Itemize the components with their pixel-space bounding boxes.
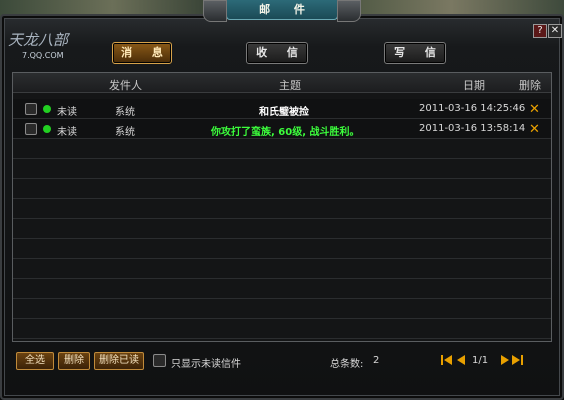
delete-icon[interactable]: ✕ — [529, 102, 540, 117]
header-delete: 删除 — [519, 79, 541, 92]
header-subject: 主题 — [279, 79, 301, 92]
row-date: 2011-03-16 13:58:14 — [419, 123, 526, 134]
window-title: 邮 件 — [203, 0, 361, 22]
unread-dot-icon — [43, 125, 51, 133]
empty-table-row — [13, 299, 551, 319]
table-row[interactable]: 未读 系统 和氏璧被捡 2011-03-16 14:25:46 ✕ — [13, 99, 551, 119]
header-sender: 发件人 — [109, 79, 142, 92]
row-subject[interactable]: 和氏璧被捡 — [259, 103, 309, 118]
table-header: 发件人 主题 日期 删除 — [13, 73, 551, 93]
row-status: 未读 — [57, 107, 77, 118]
prev-page-icon[interactable] — [454, 353, 468, 367]
row-checkbox[interactable] — [25, 103, 37, 115]
unread-dot-icon — [43, 105, 51, 113]
header-date: 日期 — [463, 79, 485, 92]
select-all-button[interactable]: 全选 — [16, 352, 54, 370]
empty-table-row — [13, 139, 551, 159]
logo-text: 天龙八部 — [8, 31, 69, 49]
row-sender: 系统 — [115, 107, 135, 118]
row-date: 2011-03-16 14:25:46 — [419, 103, 526, 114]
unread-only-label: 只显示未读信件 — [171, 359, 241, 370]
close-button[interactable]: ✕ — [548, 24, 562, 38]
total-value: 2 — [373, 355, 380, 366]
row-status: 未读 — [57, 127, 77, 138]
row-sender: 系统 — [115, 127, 135, 138]
empty-table-row — [13, 179, 551, 199]
page-indicator: 1/1 — [472, 355, 489, 366]
delete-button[interactable]: 删除 — [58, 352, 90, 370]
table-row[interactable]: 未读 系统 你攻打了蛮族, 60级, 战斗胜利。 2011-03-16 13:5… — [13, 119, 551, 139]
empty-table-row — [13, 199, 551, 219]
game-logo: 天龙八部 7.QQ.COM — [8, 32, 70, 68]
total-label: 总条数: — [330, 359, 364, 370]
delete-icon[interactable]: ✕ — [529, 122, 540, 137]
tab-compose[interactable]: 写 信 — [384, 42, 446, 64]
tab-inbox[interactable]: 收 信 — [246, 42, 308, 64]
empty-table-row — [13, 279, 551, 299]
message-list-panel: 发件人 主题 日期 删除 未读 系统 和氏璧被捡 2011-03-16 14:2… — [12, 72, 552, 342]
empty-table-row — [13, 259, 551, 279]
delete-read-button[interactable]: 删除已读 — [94, 352, 144, 370]
empty-table-row — [13, 219, 551, 239]
empty-table-row — [13, 319, 551, 339]
empty-table-row — [13, 159, 551, 179]
logo-site: 7.QQ.COM — [22, 51, 64, 60]
tab-messages[interactable]: 消 息 — [112, 42, 172, 64]
row-checkbox[interactable] — [25, 123, 37, 135]
last-page-icon[interactable] — [510, 353, 524, 367]
unread-only-checkbox[interactable] — [153, 354, 166, 367]
empty-table-row — [13, 239, 551, 259]
help-button[interactable]: ? — [533, 24, 547, 38]
row-subject[interactable]: 你攻打了蛮族, 60级, 战斗胜利。 — [211, 123, 359, 138]
first-page-icon[interactable] — [440, 353, 454, 367]
